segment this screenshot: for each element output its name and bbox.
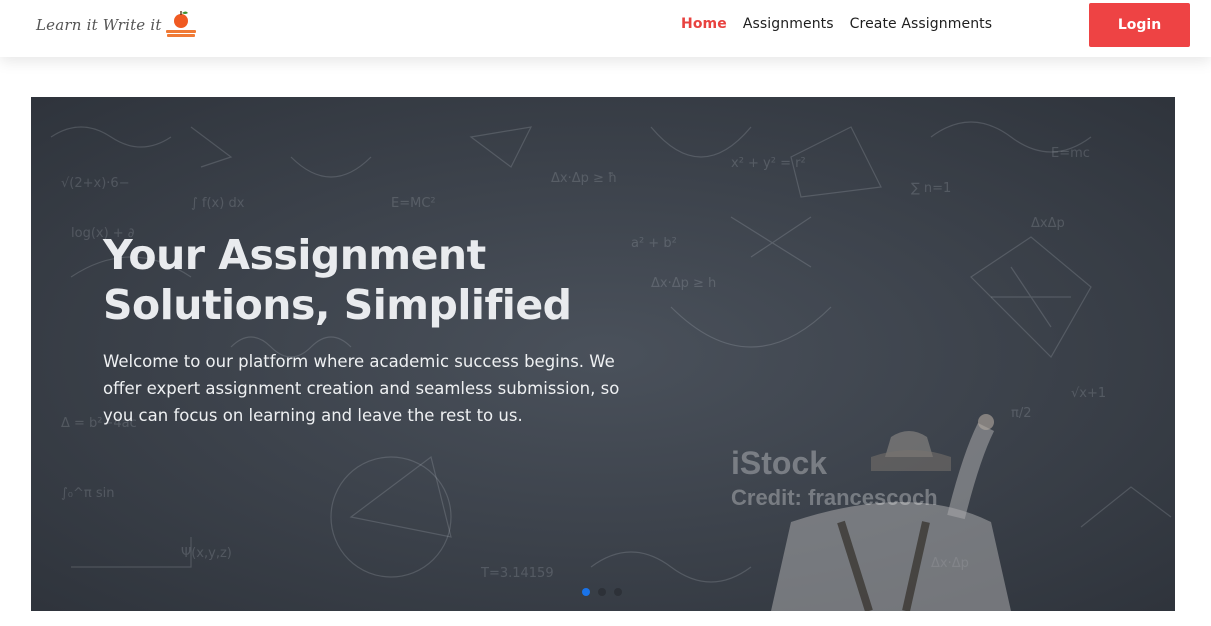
carousel-indicators [582,588,622,596]
svg-text:∑ n=1: ∑ n=1 [911,181,951,196]
istock-watermark: iStock [731,445,828,481]
svg-text:Ψ(x,y,z): Ψ(x,y,z) [181,546,232,561]
hero-carousel: √(2+x)·6− ∫ f(x) dx E=MC² Δx·Δp ≥ ħ x² +… [31,97,1175,611]
hero-heading: Your Assignment Solutions, Simplified [103,231,572,329]
carousel-indicator-1[interactable] [582,588,590,596]
svg-text:E=MC²: E=MC² [391,196,436,211]
svg-text:∫₀^π sin: ∫₀^π sin [61,486,114,501]
carousel-indicator-2[interactable] [598,588,606,596]
login-button[interactable]: Login [1089,3,1190,47]
main-nav: Home Assignments Create Assignments [681,16,1008,32]
apple-on-books-icon [165,11,196,37]
svg-text:√x+1: √x+1 [1071,386,1106,401]
nav-link-create-assignments[interactable]: Create Assignments [850,16,993,32]
svg-text:Δx·Δp ≥ ħ: Δx·Δp ≥ ħ [551,171,617,186]
hero-description: Welcome to our platform where academic s… [103,352,620,425]
brand-logo[interactable]: Learn it Write it [36,8,198,42]
svg-text:x² + y² = r²: x² + y² = r² [731,156,806,171]
carousel-indicator-3[interactable] [614,588,622,596]
top-navbar: Learn it Write it Home Assignments Creat… [0,0,1211,57]
photo-credit-watermark: Credit: francescoch [731,485,938,510]
svg-text:E=mc: E=mc [1051,146,1090,161]
svg-text:√(2+x)·6−: √(2+x)·6− [61,176,130,191]
nav-link-assignments[interactable]: Assignments [743,16,834,32]
svg-text:π/2: π/2 [1011,406,1031,421]
svg-text:ΔxΔp: ΔxΔp [1031,216,1065,231]
svg-text:∫ f(x) dx: ∫ f(x) dx [191,196,245,211]
svg-text:T=3.14159: T=3.14159 [480,566,554,581]
brand-text: Learn it Write it [36,16,162,34]
nav-link-home[interactable]: Home [681,16,727,32]
